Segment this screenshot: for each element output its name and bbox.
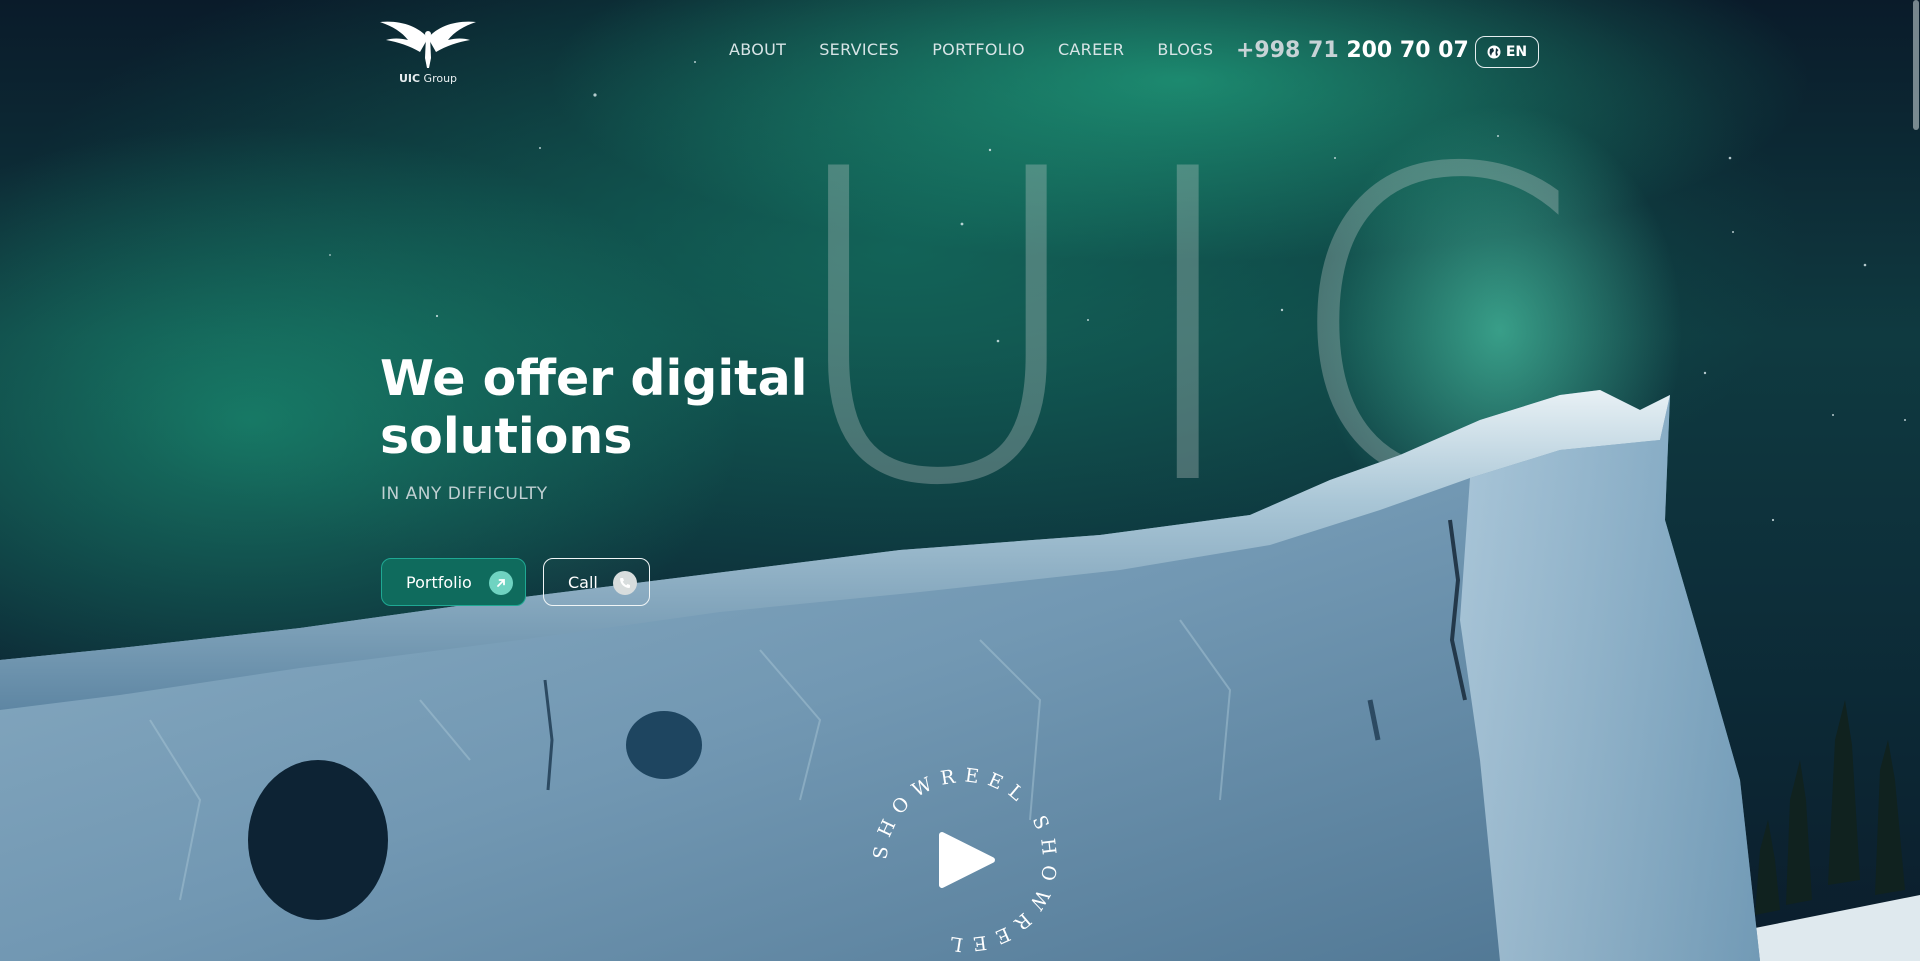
nav-services[interactable]: SERVICES bbox=[819, 40, 899, 59]
globe-icon bbox=[1487, 45, 1501, 59]
portfolio-button-label: Portfolio bbox=[406, 572, 472, 592]
nav-blogs[interactable]: BLOGS bbox=[1157, 40, 1213, 59]
winged-pegasus-logo-icon bbox=[380, 21, 476, 68]
brand-name: UIC Group bbox=[398, 72, 458, 85]
hero-title: We offer digital solutions bbox=[380, 350, 808, 465]
phone-icon bbox=[613, 571, 637, 595]
brand-logo[interactable]: UIC Group bbox=[378, 16, 478, 90]
scrollbar-thumb[interactable] bbox=[1913, 0, 1919, 130]
call-button[interactable]: Call bbox=[543, 558, 650, 606]
phone-number[interactable]: +998 71 200 70 07 bbox=[1236, 38, 1469, 63]
main-nav: ABOUT SERVICES PORTFOLIO CAREER BLOGS bbox=[729, 40, 1246, 59]
nav-career[interactable]: CAREER bbox=[1058, 40, 1124, 59]
phone-code: +998 71 bbox=[1236, 38, 1339, 63]
language-switcher[interactable]: EN bbox=[1475, 36, 1539, 68]
nav-portfolio[interactable]: PORTFOLIO bbox=[932, 40, 1025, 59]
phone-main: 200 70 07 bbox=[1346, 38, 1469, 63]
arrow-up-right-icon bbox=[489, 571, 513, 595]
showreel-button[interactable]: SHOWREEL SHOWREEL bbox=[869, 764, 1060, 955]
call-button-label: Call bbox=[568, 572, 598, 592]
showreel-ring: SHOWREEL SHOWREEL bbox=[869, 764, 1052, 955]
portfolio-button[interactable]: Portfolio bbox=[381, 558, 526, 606]
hero-subtitle: IN ANY DIFFICULTY bbox=[381, 484, 548, 504]
language-label: EN bbox=[1505, 44, 1528, 60]
nav-about[interactable]: ABOUT bbox=[729, 40, 786, 59]
hero-section: UIC UIC Group ABOUT SERVICES PORTFOLIO C… bbox=[0, 0, 1920, 961]
site-header: UIC Group ABOUT SERVICES PORTFOLIO CAREE… bbox=[0, 0, 1920, 100]
play-icon bbox=[939, 832, 995, 888]
